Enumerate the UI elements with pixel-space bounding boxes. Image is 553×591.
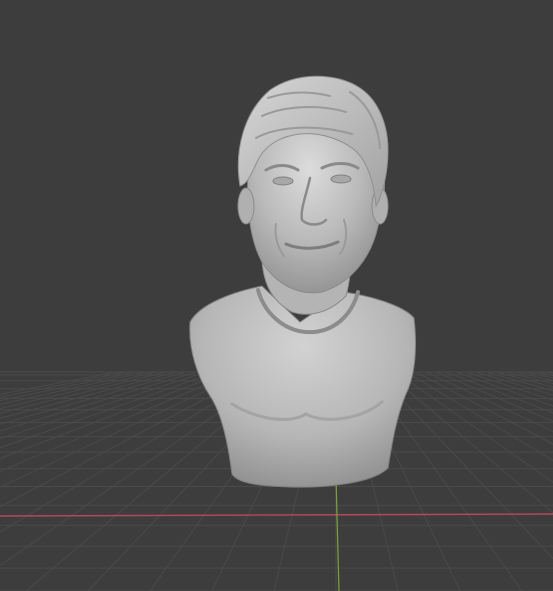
grid-line <box>495 371 553 388</box>
left-eye <box>272 176 294 186</box>
grid-line <box>455 371 553 407</box>
x-axis-line <box>0 513 553 517</box>
right-eye <box>330 174 352 184</box>
grid-line <box>385 371 553 514</box>
grid-line <box>445 371 553 414</box>
viewport-canvas[interactable] <box>0 0 553 591</box>
grid-line <box>0 371 157 410</box>
grid-line <box>0 371 197 432</box>
grid-line <box>0 371 127 398</box>
grid-line <box>435 371 553 422</box>
grid-line <box>375 371 553 560</box>
bust-torso <box>189 285 417 488</box>
grid-line <box>515 371 553 382</box>
left-ear <box>237 187 255 225</box>
grid-line <box>395 371 553 483</box>
grid-line <box>425 371 553 432</box>
bust-model[interactable] <box>189 75 417 488</box>
3d-viewport[interactable] <box>0 0 553 591</box>
grid-line <box>0 371 147 405</box>
